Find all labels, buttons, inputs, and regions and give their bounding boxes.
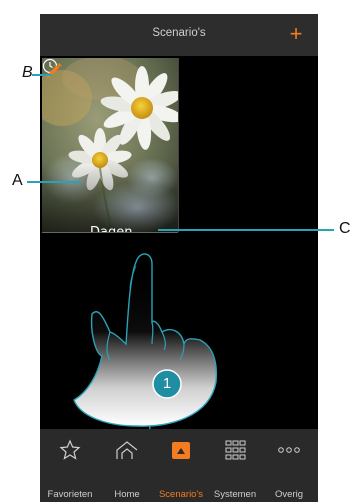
callout-line-a bbox=[27, 181, 81, 183]
nav-label-home: Home bbox=[114, 489, 140, 500]
house-icon bbox=[116, 441, 138, 459]
star-icon bbox=[59, 439, 81, 460]
nav-label-overig: Overig bbox=[275, 489, 303, 500]
callout-line-b bbox=[32, 74, 52, 76]
nav-item-home[interactable]: Home bbox=[98, 429, 156, 502]
phone-screen: Scenario's + Dagen 1 Favorieten Home Sce… bbox=[40, 14, 318, 502]
nav-item-overig[interactable]: Overig bbox=[260, 429, 318, 502]
scenario-icon bbox=[172, 442, 190, 459]
more-icon bbox=[278, 447, 300, 453]
nav-item-favorieten[interactable]: Favorieten bbox=[40, 429, 100, 502]
bottom-nav: Favorieten Home Scenario's Systemen Over… bbox=[40, 429, 318, 502]
nav-label-scenarios: Scenario's bbox=[158, 489, 204, 500]
callout-label-a: A bbox=[12, 172, 23, 189]
nav-label-systemen: Systemen bbox=[213, 489, 257, 500]
grid-icon bbox=[225, 440, 246, 460]
nav-item-systemen[interactable]: Systemen bbox=[206, 429, 264, 502]
callout-label-b: B bbox=[22, 64, 33, 81]
nav-item-scenarios[interactable]: Scenario's bbox=[152, 429, 210, 502]
nav-label-favorieten: Favorieten bbox=[47, 489, 93, 500]
step-number: 1 bbox=[162, 375, 172, 392]
callout-label-c: C bbox=[339, 220, 351, 237]
callout-line-c bbox=[158, 229, 334, 231]
